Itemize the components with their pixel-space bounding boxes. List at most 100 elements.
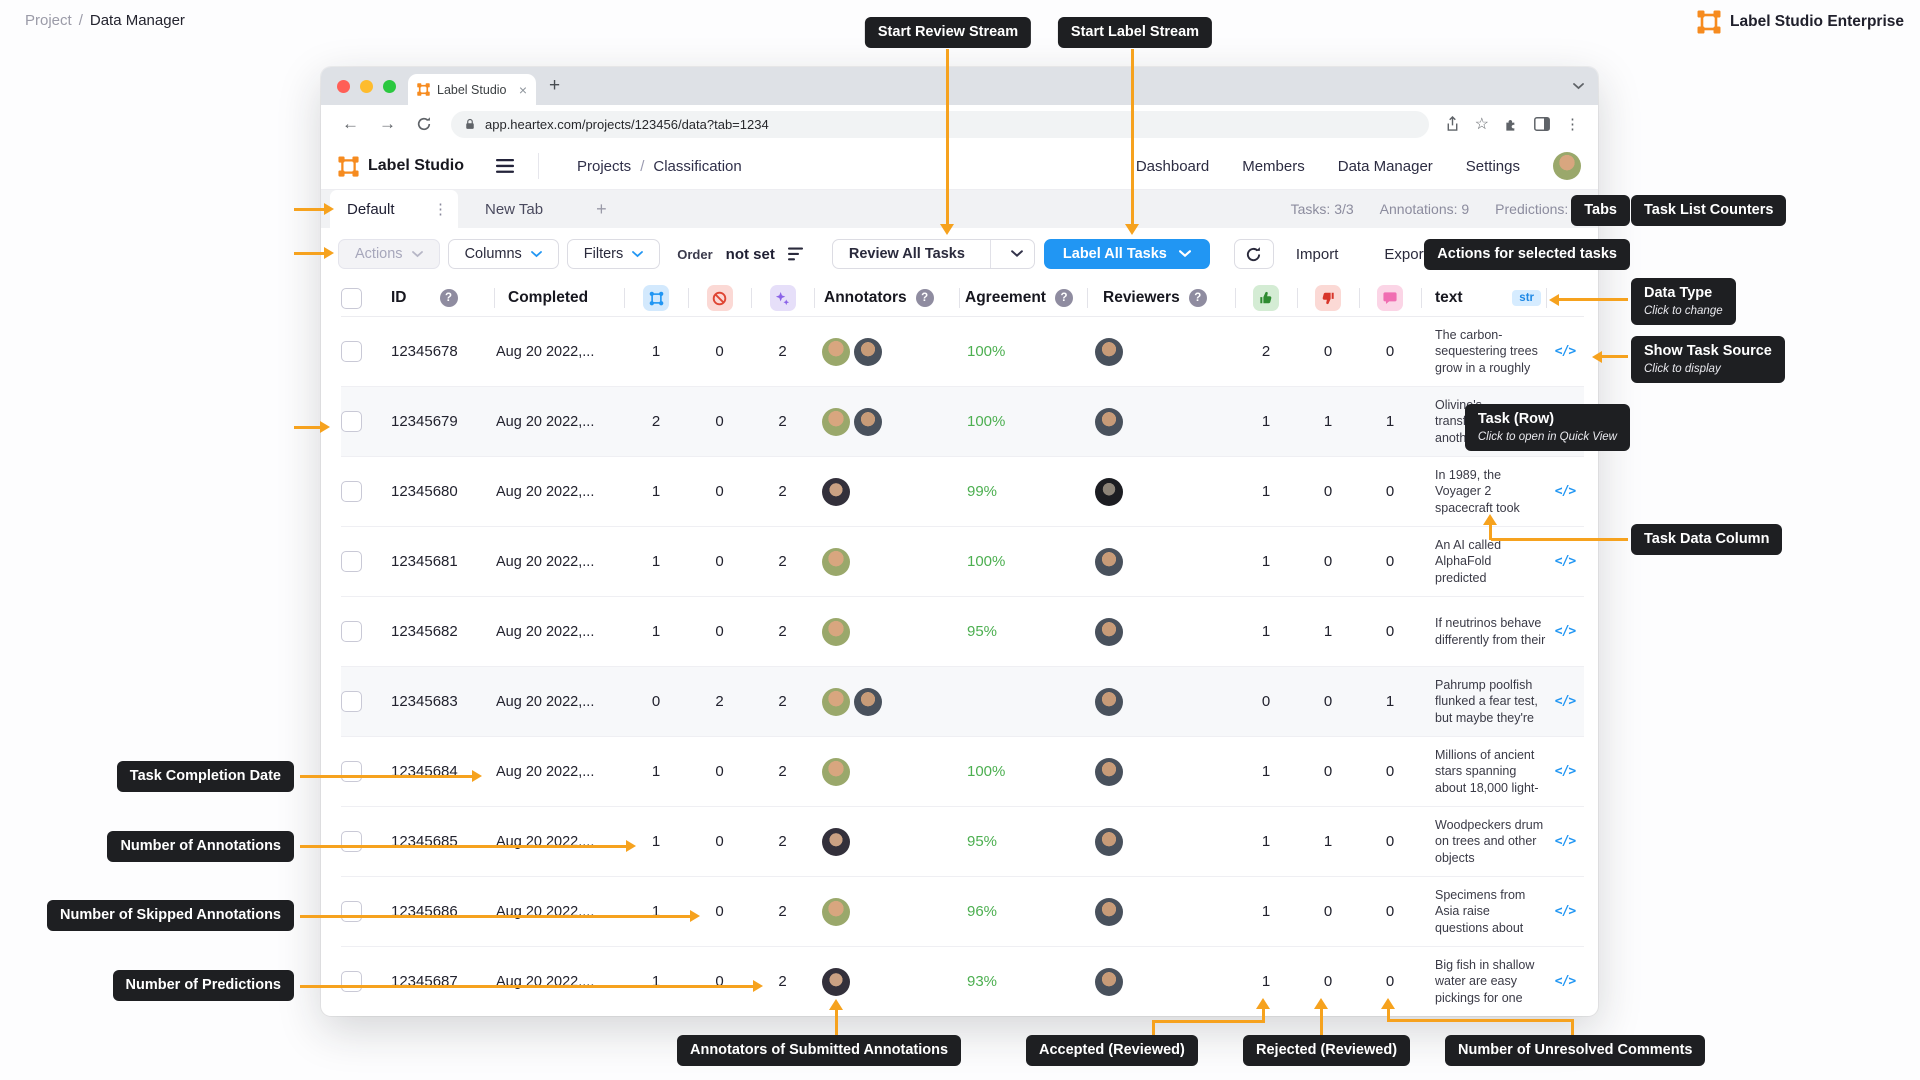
browser-menu-icon[interactable]: ⋮ bbox=[1565, 115, 1580, 133]
window-minimize-button[interactable] bbox=[360, 80, 373, 93]
row-checkbox[interactable] bbox=[341, 551, 362, 572]
avatar[interactable] bbox=[1095, 548, 1123, 576]
table-row[interactable]: 12345685Aug 20 2022,...10295%110Woodpeck… bbox=[341, 807, 1584, 877]
avatar[interactable] bbox=[822, 898, 850, 926]
label-all-tasks-button[interactable]: Label All Tasks bbox=[1044, 239, 1210, 269]
help-icon[interactable]: ? bbox=[440, 289, 458, 307]
avatar[interactable] bbox=[822, 548, 850, 576]
tab-search-chevron-icon[interactable] bbox=[1573, 77, 1584, 95]
window-close-button[interactable] bbox=[337, 80, 350, 93]
avatar[interactable] bbox=[822, 618, 850, 646]
table-row[interactable]: 12345683Aug 20 2022,...022001Pahrump poo… bbox=[341, 667, 1584, 737]
add-tab-icon[interactable]: + bbox=[570, 199, 633, 220]
task-source-icon[interactable]: </> bbox=[1555, 904, 1575, 919]
filters-dropdown[interactable]: Filters bbox=[567, 239, 660, 269]
avatar[interactable] bbox=[822, 408, 850, 436]
task-source-icon[interactable]: </> bbox=[1555, 694, 1575, 709]
order-value[interactable]: not set bbox=[726, 246, 775, 263]
columns-dropdown[interactable]: Columns bbox=[448, 239, 559, 269]
help-icon[interactable]: ? bbox=[1189, 289, 1207, 307]
row-checkbox[interactable] bbox=[341, 901, 362, 922]
row-checkbox[interactable] bbox=[341, 691, 362, 712]
avatar[interactable] bbox=[1095, 968, 1123, 996]
col-agreement-label[interactable]: Agreement bbox=[965, 289, 1046, 307]
col-id-label[interactable]: ID bbox=[391, 289, 407, 307]
col-reviewers-label[interactable]: Reviewers bbox=[1103, 289, 1180, 307]
new-tab-icon[interactable]: + bbox=[549, 75, 560, 97]
help-icon[interactable]: ? bbox=[1055, 289, 1073, 307]
avatar[interactable] bbox=[1095, 688, 1123, 716]
task-source-icon[interactable]: </> bbox=[1555, 834, 1575, 849]
projects-link[interactable]: Projects bbox=[577, 158, 631, 175]
chevron-down-icon[interactable] bbox=[1000, 250, 1034, 258]
row-checkbox[interactable] bbox=[341, 411, 362, 432]
avatar[interactable] bbox=[854, 688, 882, 716]
predictions-icon[interactable] bbox=[770, 285, 796, 311]
table-row[interactable]: 12345686Aug 20 2022,...10296%100Specimen… bbox=[341, 877, 1584, 947]
avatar[interactable] bbox=[1095, 898, 1123, 926]
table-row[interactable]: 12345687Aug 20 2022,...10293%100Big fish… bbox=[341, 947, 1584, 1016]
review-all-tasks-button[interactable]: Review All Tasks bbox=[832, 239, 1035, 269]
avatar[interactable] bbox=[822, 968, 850, 996]
table-row[interactable]: 12345678Aug 20 2022,...102100%200The car… bbox=[341, 317, 1584, 387]
data-type-badge[interactable]: str bbox=[1512, 290, 1541, 306]
back-icon[interactable]: ← bbox=[335, 114, 366, 134]
tab-new-tab[interactable]: New Tab bbox=[458, 190, 570, 228]
bookmark-star-icon[interactable]: ☆ bbox=[1475, 114, 1489, 134]
help-icon[interactable]: ? bbox=[916, 289, 934, 307]
avatar[interactable] bbox=[822, 478, 850, 506]
table-row[interactable]: 12345679Aug 20 2022,...202100%111Olivine… bbox=[341, 387, 1584, 457]
accepted-icon[interactable] bbox=[1253, 285, 1279, 311]
avatar[interactable] bbox=[822, 758, 850, 786]
nav-members[interactable]: Members bbox=[1242, 158, 1305, 175]
row-checkbox[interactable] bbox=[341, 481, 362, 502]
rejected-icon[interactable] bbox=[1315, 285, 1341, 311]
comments-icon[interactable] bbox=[1377, 285, 1403, 311]
actions-dropdown[interactable]: Actions bbox=[338, 239, 440, 269]
browser-tab[interactable]: Label Studio × bbox=[408, 74, 536, 105]
tab-close-icon[interactable]: × bbox=[519, 82, 527, 98]
row-checkbox[interactable] bbox=[341, 621, 362, 642]
tab-options-icon[interactable]: ⋮ bbox=[433, 200, 448, 218]
extensions-icon[interactable] bbox=[1504, 117, 1519, 132]
reload-icon[interactable] bbox=[409, 116, 439, 132]
row-checkbox[interactable] bbox=[341, 831, 362, 852]
address-bar[interactable]: app.heartex.com/projects/123456/data?tab… bbox=[451, 111, 1429, 138]
skipped-annotations-icon[interactable] bbox=[707, 285, 733, 311]
nav-dashboard[interactable]: Dashboard bbox=[1136, 158, 1209, 175]
row-checkbox[interactable] bbox=[341, 341, 362, 362]
side-panel-icon[interactable] bbox=[1534, 117, 1550, 131]
import-button[interactable]: Import bbox=[1284, 239, 1351, 269]
col-annotators-label[interactable]: Annotators bbox=[824, 289, 907, 307]
task-source-icon[interactable]: </> bbox=[1555, 484, 1575, 499]
task-source-icon[interactable]: </> bbox=[1555, 624, 1575, 639]
avatar[interactable] bbox=[854, 408, 882, 436]
task-source-icon[interactable]: </> bbox=[1555, 554, 1575, 569]
forward-icon[interactable]: → bbox=[372, 114, 403, 134]
col-text-label[interactable]: text bbox=[1435, 289, 1463, 307]
avatar[interactable] bbox=[1095, 618, 1123, 646]
sort-order-icon[interactable] bbox=[788, 247, 807, 261]
annotation-count-icon[interactable] bbox=[643, 285, 669, 311]
avatar[interactable] bbox=[1095, 338, 1123, 366]
table-row[interactable]: 12345682Aug 20 2022,...10295%110If neutr… bbox=[341, 597, 1584, 667]
avatar[interactable] bbox=[1095, 478, 1123, 506]
col-completed-label[interactable]: Completed bbox=[508, 289, 588, 307]
tab-default[interactable]: Default ⋮ bbox=[330, 190, 458, 228]
select-all-checkbox[interactable] bbox=[341, 288, 362, 309]
task-source-icon[interactable]: </> bbox=[1555, 974, 1575, 989]
avatar[interactable] bbox=[854, 338, 882, 366]
avatar[interactable] bbox=[822, 688, 850, 716]
row-checkbox[interactable] bbox=[341, 971, 362, 992]
nav-data-manager[interactable]: Data Manager bbox=[1338, 158, 1433, 175]
user-avatar[interactable] bbox=[1553, 152, 1581, 180]
table-row[interactable]: 12345680Aug 20 2022,...10299%100In 1989,… bbox=[341, 457, 1584, 527]
task-source-icon[interactable]: </> bbox=[1555, 764, 1575, 779]
hamburger-menu-icon[interactable] bbox=[496, 159, 514, 173]
nav-settings[interactable]: Settings bbox=[1466, 158, 1520, 175]
avatar[interactable] bbox=[822, 338, 850, 366]
avatar[interactable] bbox=[1095, 758, 1123, 786]
share-icon[interactable] bbox=[1445, 116, 1460, 132]
window-zoom-button[interactable] bbox=[383, 80, 396, 93]
refresh-button[interactable] bbox=[1234, 239, 1274, 269]
